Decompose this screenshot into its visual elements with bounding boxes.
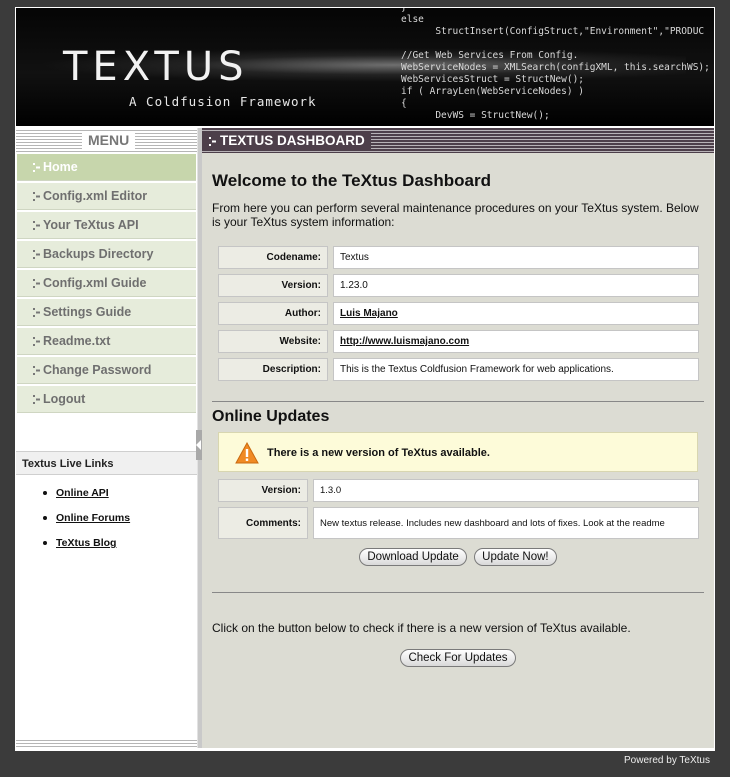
sidebar-item-logout[interactable]: Logout [17,386,196,413]
dots-icon [33,250,40,259]
table-row: Codename: Textus [218,246,699,269]
download-update-button[interactable]: Download Update [359,548,467,566]
section-divider [212,401,704,402]
collapse-arrow-icon [196,440,201,450]
sidebar-item-label: Home [43,160,78,174]
banner-code-snippet: } else StructInsert(ConfigStruct,"Enviro… [401,8,710,121]
intro-text: From here you can perform several mainte… [212,201,699,229]
live-links-title: Textus Live Links [16,451,197,475]
warning-icon [235,442,259,464]
sidebar-item-backups[interactable]: Backups Directory [17,241,196,268]
system-info-table: Codename: Textus Version: 1.23.0 Author:… [213,241,704,386]
sidebar-item-api[interactable]: Your TeXtus API [17,212,196,239]
author-cell: Luis Majano [333,302,699,325]
main-header-label: TEXTUS DASHBOARD [202,131,371,151]
live-links-list: Online API Online Forums TeXtus Blog [16,483,197,558]
dots-icon [33,337,40,346]
banner: } else StructInsert(ConfigStruct,"Enviro… [16,8,714,126]
table-row: Comments: New textus release. Includes n… [218,507,699,539]
section-divider [212,592,704,593]
update-alert: There is a new version of TeXtus availab… [218,432,698,472]
table-row: Version: 1.3.0 [218,479,699,502]
check-for-updates-button[interactable]: Check For Updates [400,649,516,667]
bullet-icon [43,516,47,520]
sidebar-item-config-guide[interactable]: Config.xml Guide [17,270,196,297]
update-now-button[interactable]: Update Now! [474,548,557,566]
sidebar-item-change-password[interactable]: Change Password [17,357,196,384]
update-version-label: Version: [218,479,308,502]
live-link-blog[interactable]: TeXtus Blog [56,537,116,549]
list-item: Online Forums [16,508,197,533]
update-comments-value: New textus release. Includes new dashboa… [313,507,699,539]
update-alert-text: There is a new version of TeXtus availab… [267,447,490,459]
footer: Powered by TeXtus [624,755,710,766]
sidebar-footer-stripes [16,738,197,748]
sidebar-item-label: Settings Guide [43,305,132,319]
sidebar-item-label: Your TeXtus API [43,218,139,232]
menu-header: MENU [16,128,197,152]
sidebar: MENU Home Config.xml Editor Your TeXtus … [16,128,197,748]
sidebar-item-label: Change Password [43,363,152,377]
sidebar-item-home[interactable]: Home [17,154,196,181]
dots-icon [33,221,40,230]
logo: TEXTUS [63,44,249,90]
dots-icon [33,192,40,201]
sidebar-item-settings-guide[interactable]: Settings Guide [17,299,196,326]
codename-value: Textus [333,246,699,269]
table-row: Description: This is the Textus Coldfusi… [218,358,699,381]
codename-label: Codename: [218,246,328,269]
tagline: A Coldfusion Framework [129,94,317,109]
bullet-icon [43,491,47,495]
table-row: Version: 1.23.0 [218,274,699,297]
website-cell: http://www.luismajano.com [333,330,699,353]
live-link-online-api[interactable]: Online API [56,487,109,499]
table-row: Author: Luis Majano [218,302,699,325]
update-comments-label: Comments: [218,507,308,539]
main-panel: TEXTUS DASHBOARD Welcome to the TeXtus D… [202,128,714,748]
dots-icon [33,366,40,375]
main-header: TEXTUS DASHBOARD [202,128,714,153]
sidebar-item-label: Backups Directory [43,247,154,261]
author-link[interactable]: Luis Majano [340,308,398,319]
description-label: Description: [218,358,328,381]
live-link-online-forums[interactable]: Online Forums [56,512,130,524]
main-header-text: TEXTUS DASHBOARD [220,133,365,148]
online-updates-title: Online Updates [212,408,330,425]
website-label: Website: [218,330,328,353]
table-row: Website: http://www.luismajano.com [218,330,699,353]
bullet-icon [43,541,47,545]
sidebar-item-label: Config.xml Editor [43,189,148,203]
dots-icon [33,308,40,317]
list-item: TeXtus Blog [16,533,197,558]
sidebar-item-label: Readme.txt [43,334,111,348]
sidebar-item-label: Config.xml Guide [43,276,147,290]
dots-icon [33,163,40,172]
dots-icon [209,137,216,146]
page-title: Welcome to the TeXtus Dashboard [212,171,491,190]
update-actions: Download Update Update Now! [212,548,704,566]
dots-icon [33,395,40,404]
author-label: Author: [218,302,328,325]
update-info-table: Version: 1.3.0 Comments: New textus rele… [213,474,704,544]
sidebar-item-readme[interactable]: Readme.txt [17,328,196,355]
description-value: This is the Textus Coldfusion Framework … [333,358,699,381]
menu-title: MENU [82,131,136,149]
list-item: Online API [16,483,197,508]
sidebar-item-config-editor[interactable]: Config.xml Editor [17,183,196,210]
check-updates-text: Click on the button below to check if th… [212,621,631,635]
version-value: 1.23.0 [333,274,699,297]
sidebar-item-label: Logout [43,392,86,406]
update-version-value: 1.3.0 [313,479,699,502]
version-label: Version: [218,274,328,297]
dots-icon [33,279,40,288]
check-actions: Check For Updates [212,649,704,667]
website-link[interactable]: http://www.luismajano.com [340,336,469,347]
content: Welcome to the TeXtus Dashboard From her… [202,153,714,667]
